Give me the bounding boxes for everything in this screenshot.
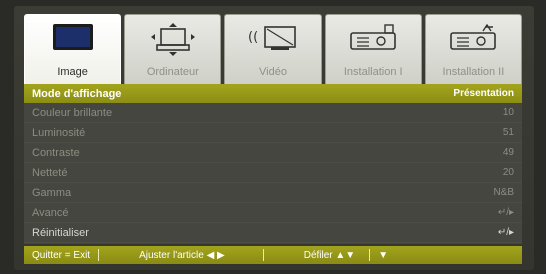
menu-row-display-mode[interactable]: Mode d'affichage Présentation bbox=[24, 84, 522, 103]
svg-text:((: (( bbox=[248, 30, 258, 45]
tab-label: Installation I bbox=[343, 66, 403, 78]
tab-label: Vidéo bbox=[259, 66, 287, 78]
row-label: Contraste bbox=[32, 146, 80, 159]
menu-row-brilliant-color[interactable]: Couleur brillante 10 bbox=[24, 103, 522, 123]
footer-extra-hint: ▼ bbox=[378, 249, 389, 261]
tab-image[interactable]: Image bbox=[24, 14, 122, 84]
row-value: N&B bbox=[493, 187, 514, 198]
footer-adjust-hint: Ajuster l'article ◀ ▶ bbox=[139, 249, 225, 261]
menu-row-sharpness[interactable]: Netteté 20 bbox=[24, 163, 522, 183]
footer-help-bar: Quitter = Exit Ajuster l'article ◀ ▶ Déf… bbox=[24, 246, 522, 264]
row-value: 51 bbox=[502, 127, 514, 138]
row-value: 20 bbox=[502, 167, 514, 178]
tab-ordinateur[interactable]: Ordinateur bbox=[124, 14, 222, 84]
footer-scroll-hint: Défiler ▲▼ bbox=[303, 249, 356, 261]
row-value: ↵/▸ bbox=[497, 207, 514, 218]
row-label: Netteté bbox=[32, 166, 68, 179]
row-value: 49 bbox=[502, 147, 514, 158]
row-label: Couleur brillante bbox=[32, 106, 113, 119]
row-label: Réinitialiser bbox=[32, 226, 89, 239]
tab-installation-2[interactable]: Installation II bbox=[424, 14, 523, 84]
menu-row-contrast[interactable]: Contraste 49 bbox=[24, 143, 522, 163]
settings-panel: Mode d'affichage Présentation Couleur br… bbox=[24, 84, 522, 244]
row-label: Mode d'affichage bbox=[32, 87, 122, 100]
tab-installation-1[interactable]: Installation I bbox=[324, 14, 422, 84]
tab-strip: Image Ordinateur (( Vidéo Installation I… bbox=[24, 14, 523, 84]
projector-icon bbox=[350, 24, 397, 50]
tab-label: Image bbox=[57, 66, 88, 78]
tab-video[interactable]: (( Vidéo bbox=[224, 14, 322, 84]
row-value: 10 bbox=[502, 107, 514, 118]
menu-row-gamma[interactable]: Gamma N&B bbox=[24, 183, 522, 203]
menu-row-brightness[interactable]: Luminosité 51 bbox=[24, 123, 522, 143]
tab-label: Ordinateur bbox=[146, 66, 199, 78]
menu-row-reset[interactable]: Réinitialiser ↵/▸ bbox=[24, 223, 522, 243]
monitor-icon bbox=[52, 24, 93, 50]
row-label: Gamma bbox=[32, 186, 72, 199]
row-value: Présentation bbox=[453, 88, 514, 99]
menu-row-advanced[interactable]: Avancé ↵/▸ bbox=[24, 203, 522, 223]
projector-settings-icon bbox=[450, 23, 497, 50]
computer-icon bbox=[150, 23, 195, 56]
row-label: Avancé bbox=[32, 206, 69, 219]
row-value: ↵/▸ bbox=[497, 227, 514, 238]
projector-osd-screen: Image Ordinateur (( Vidéo Installation I… bbox=[14, 6, 534, 270]
row-label: Luminosité bbox=[32, 126, 86, 139]
footer-quit-hint: Quitter = Exit bbox=[32, 249, 91, 261]
tab-label: Installation II bbox=[442, 66, 505, 78]
video-icon: (( bbox=[248, 26, 296, 50]
